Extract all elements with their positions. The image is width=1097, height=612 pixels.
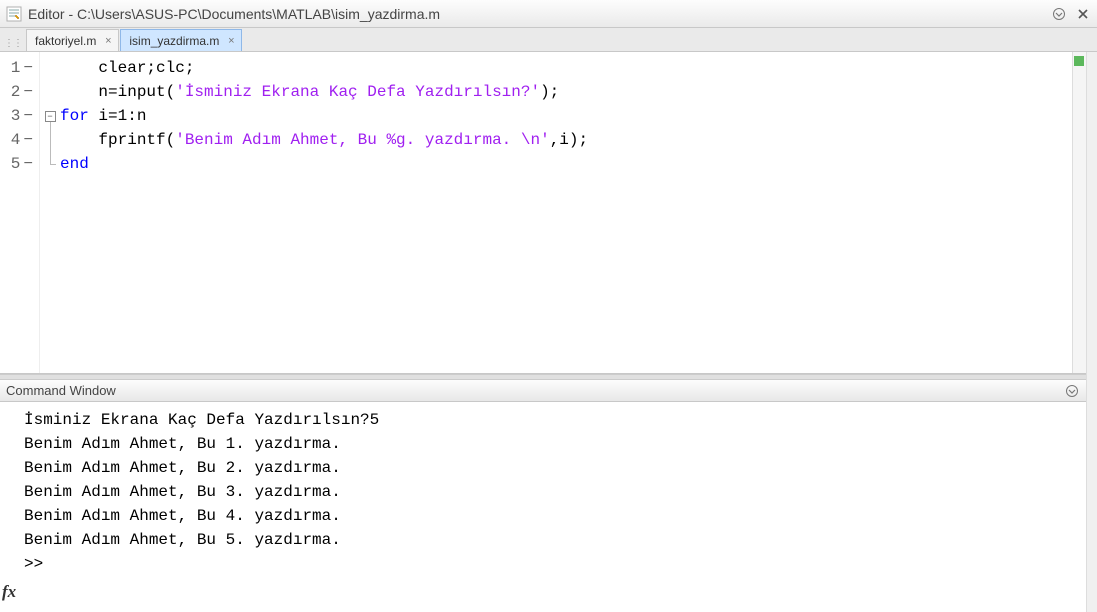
command-output-line: Benim Adım Ahmet, Bu 2. yazdırma. [24, 456, 1076, 480]
code-line[interactable]: n=input('İsminiz Ekrana Kaç Defa Yazdırı… [60, 80, 1072, 104]
tab-faktoriyel[interactable]: faktoriyel.m × [26, 29, 119, 51]
line-number: 5− [0, 152, 39, 176]
command-window-titlebar: Command Window [0, 380, 1086, 402]
right-gutter [1086, 52, 1097, 612]
fold-gutter: − [40, 52, 60, 373]
tab-label: isim_yazdirma.m [129, 34, 219, 48]
code-line[interactable]: fprintf('Benim Adım Ahmet, Bu %g. yazdır… [60, 128, 1072, 152]
close-icon[interactable]: × [225, 35, 237, 47]
line-number: 3− [0, 104, 39, 128]
code-line[interactable]: clear;clc; [60, 56, 1072, 80]
command-window[interactable]: İsminiz Ekrana Kaç Defa Yazdırılsın?5Ben… [0, 402, 1086, 612]
command-output-line: İsminiz Ekrana Kaç Defa Yazdırılsın?5 [24, 408, 1076, 432]
code-editor[interactable]: 1−2−3−4−5− − clear;clc; n=input('İsminiz… [0, 52, 1086, 374]
command-window-title: Command Window [6, 383, 116, 398]
command-output-line: Benim Adım Ahmet, Bu 5. yazdırma. [24, 528, 1076, 552]
fx-icon[interactable]: fx [2, 580, 16, 604]
command-output-line: Benim Adım Ahmet, Bu 1. yazdırma. [24, 432, 1076, 456]
code-line[interactable]: for i=1:n [60, 104, 1072, 128]
editor-tabs-row: ⋮⋮ faktoriyel.m × isim_yazdirma.m × [0, 28, 1097, 52]
line-number-gutter: 1−2−3−4−5− [0, 52, 40, 373]
line-number: 1− [0, 56, 39, 80]
panel-menu-icon[interactable] [1064, 383, 1080, 399]
editor-title-bar: Editor - C:\Users\ASUS-PC\Documents\MATL… [0, 0, 1097, 28]
code-status-ok-icon [1074, 56, 1084, 66]
editor-title-text: Editor - C:\Users\ASUS-PC\Documents\MATL… [28, 6, 1045, 22]
title-buttons [1051, 6, 1091, 22]
tab-label: faktoriyel.m [35, 34, 96, 48]
editor-app-icon [6, 6, 22, 22]
minimize-panel-icon[interactable] [1051, 6, 1067, 22]
command-output-line: Benim Adım Ahmet, Bu 3. yazdırma. [24, 480, 1076, 504]
command-prompt: >> [24, 552, 43, 576]
close-icon[interactable]: × [102, 35, 114, 47]
fold-toggle-icon[interactable]: − [45, 111, 56, 122]
command-output-line: Benim Adım Ahmet, Bu 4. yazdırma. [24, 504, 1076, 528]
message-bar [1072, 52, 1086, 373]
line-number: 4− [0, 128, 39, 152]
line-number: 2− [0, 80, 39, 104]
code-line[interactable]: end [60, 152, 1072, 176]
tabs-drag-handle[interactable]: ⋮⋮ [2, 38, 26, 51]
tab-isim-yazdirma[interactable]: isim_yazdirma.m × [120, 29, 242, 51]
close-panel-icon[interactable] [1075, 6, 1091, 22]
code-text-area[interactable]: clear;clc; n=input('İsminiz Ekrana Kaç D… [60, 52, 1072, 373]
